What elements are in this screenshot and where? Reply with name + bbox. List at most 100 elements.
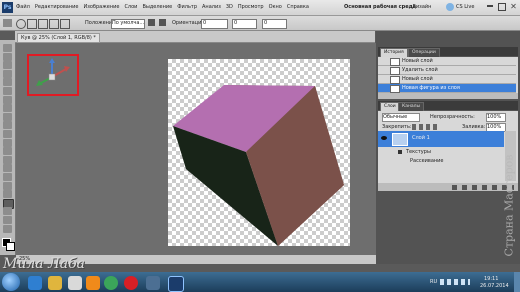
menu-window[interactable]: Окно (269, 5, 282, 10)
options-bar: Положение: По умолча... Ориентация: 0 0 … (0, 16, 520, 31)
history-brush-tool-icon[interactable] (3, 121, 12, 130)
close-button[interactable]: ✕ (509, 2, 518, 11)
3d-rotate-icon[interactable] (16, 19, 26, 29)
history-row-selected[interactable]: Новая фигура из слоя (378, 84, 516, 93)
move-tool-icon[interactable] (3, 44, 12, 52)
opera-icon[interactable] (124, 276, 138, 290)
menu-edit[interactable]: Редактирование (35, 5, 79, 10)
ie-icon[interactable] (28, 276, 42, 290)
explorer-icon[interactable] (48, 276, 62, 290)
pen-tool-icon[interactable] (3, 164, 12, 173)
language-indicator[interactable]: RU (430, 280, 437, 285)
menu-help[interactable]: Справка (287, 5, 309, 10)
history-thumb (390, 58, 400, 66)
3d-roll-icon[interactable] (27, 19, 37, 29)
type-tool-icon[interactable] (3, 173, 12, 181)
history-row[interactable]: Новый слой (378, 75, 516, 84)
3d-pan-icon[interactable] (38, 19, 48, 29)
start-button[interactable] (2, 273, 20, 291)
axis-center (48, 73, 56, 81)
sub-textures[interactable]: Текстуры (406, 150, 431, 155)
clock-time[interactable]: 19:11 (484, 277, 498, 282)
menu-layers[interactable]: Слои (124, 5, 137, 10)
lasso-tool-icon[interactable] (3, 61, 12, 70)
photoshop-logo[interactable]: Ps (2, 2, 13, 13)
zoom-tool-icon[interactable] (3, 224, 12, 233)
healing-tool-icon[interactable] (3, 95, 12, 104)
minimize-button[interactable] (487, 5, 493, 7)
history-row-label: Новая фигура из слоя (402, 85, 460, 91)
menu-bar: Ps Файл Редактирование Изображение Слои … (0, 0, 520, 16)
orientation-z-input[interactable]: 0 (262, 19, 287, 29)
history-footer (378, 93, 518, 99)
document-tab[interactable]: Кув @ 25% (Слой 1, RGB/8) * (17, 33, 100, 43)
3d-camera-tool-icon[interactable] (3, 207, 12, 216)
history-row[interactable]: Новый слой (378, 57, 516, 66)
3d-scale-icon[interactable] (60, 19, 70, 29)
chrome-icon[interactable] (104, 276, 118, 290)
menu-select[interactable]: Выделение (142, 5, 172, 10)
watermark-text: Страна Мастеров (502, 154, 516, 257)
tray-icons[interactable] (440, 279, 470, 285)
position-select[interactable]: По умолча... (111, 19, 145, 29)
canvas-area[interactable] (16, 43, 376, 255)
workspace-label[interactable]: Основная рабочая среда (344, 5, 416, 10)
clone-stamp-tool-icon[interactable] (3, 112, 12, 121)
menu-analysis[interactable]: Анализ (202, 5, 221, 10)
blend-mode-select[interactable]: Обычные (382, 113, 420, 122)
layer-row-selected[interactable]: Слой 1 (378, 131, 504, 147)
marquee-tool-icon[interactable] (3, 52, 12, 61)
opacity-input[interactable]: 100% (486, 113, 506, 122)
hand-tool-icon[interactable] (3, 216, 12, 224)
crop-tool-icon[interactable] (3, 78, 12, 87)
eyedropper-tool-icon[interactable] (3, 87, 12, 95)
delete-position-icon[interactable] (159, 19, 166, 26)
gradient-tool-icon[interactable] (3, 138, 12, 147)
brush-tool-icon[interactable] (3, 104, 12, 113)
show-desktop-button[interactable] (514, 272, 520, 292)
tab-layers[interactable]: Слои (380, 102, 400, 111)
eye-icon[interactable] (381, 136, 387, 140)
tool-preset-icon[interactable] (3, 19, 12, 27)
tab-actions[interactable]: Операции (408, 48, 440, 57)
photoshop-taskbar-icon[interactable] (168, 276, 184, 292)
history-thumb (390, 76, 400, 84)
menu-view[interactable]: Просмотр (238, 5, 264, 10)
design-label[interactable]: Дизайн (412, 5, 431, 10)
cslive-label[interactable]: CS Live (456, 5, 474, 10)
lock-label: Закрепить: (382, 124, 412, 130)
orientation-y-input[interactable]: 0 (232, 19, 257, 29)
app-icon[interactable] (146, 276, 160, 290)
3d-cube[interactable] (168, 59, 350, 246)
3d-axis-widget[interactable] (32, 57, 74, 93)
menu-file[interactable]: Файл (16, 5, 30, 10)
orientation-x-input[interactable]: 0 (201, 19, 228, 29)
3d-slide-icon[interactable] (49, 19, 59, 29)
background-color-swatch[interactable] (6, 242, 15, 251)
blur-tool-icon[interactable] (3, 147, 12, 156)
media-icon[interactable] (86, 276, 100, 290)
tab-history[interactable]: История (380, 48, 408, 57)
menu-image[interactable]: Изображение (83, 5, 119, 10)
watermark: Страна Мастеров (498, 151, 518, 263)
clock-date[interactable]: 26.07.2014 (480, 284, 509, 289)
layer-name[interactable]: Слой 1 (412, 136, 430, 141)
opacity-label: Непрозрачность: (430, 114, 475, 120)
yandex-icon[interactable] (68, 276, 82, 290)
history-row[interactable]: Удалить слой (378, 66, 516, 75)
save-position-icon[interactable] (148, 19, 155, 26)
dodge-tool-icon[interactable] (3, 155, 12, 164)
maximize-button[interactable] (498, 3, 506, 11)
cslive-icon[interactable] (446, 3, 454, 11)
path-select-tool-icon[interactable] (3, 181, 12, 190)
eraser-tool-icon[interactable] (3, 130, 12, 138)
layers-panel-header: Слои Каналы (378, 101, 518, 111)
quick-select-tool-icon[interactable] (3, 69, 12, 78)
sub-diffuse[interactable]: Рассеивание (410, 159, 444, 164)
tab-channels[interactable]: Каналы (398, 102, 425, 111)
menu-filter[interactable]: Фильтр (177, 5, 197, 10)
menu-3d[interactable]: 3D (226, 5, 233, 10)
fill-label: Заливка: (462, 124, 486, 130)
shape-tool-icon[interactable] (3, 190, 12, 199)
lock-icons[interactable] (412, 124, 440, 130)
